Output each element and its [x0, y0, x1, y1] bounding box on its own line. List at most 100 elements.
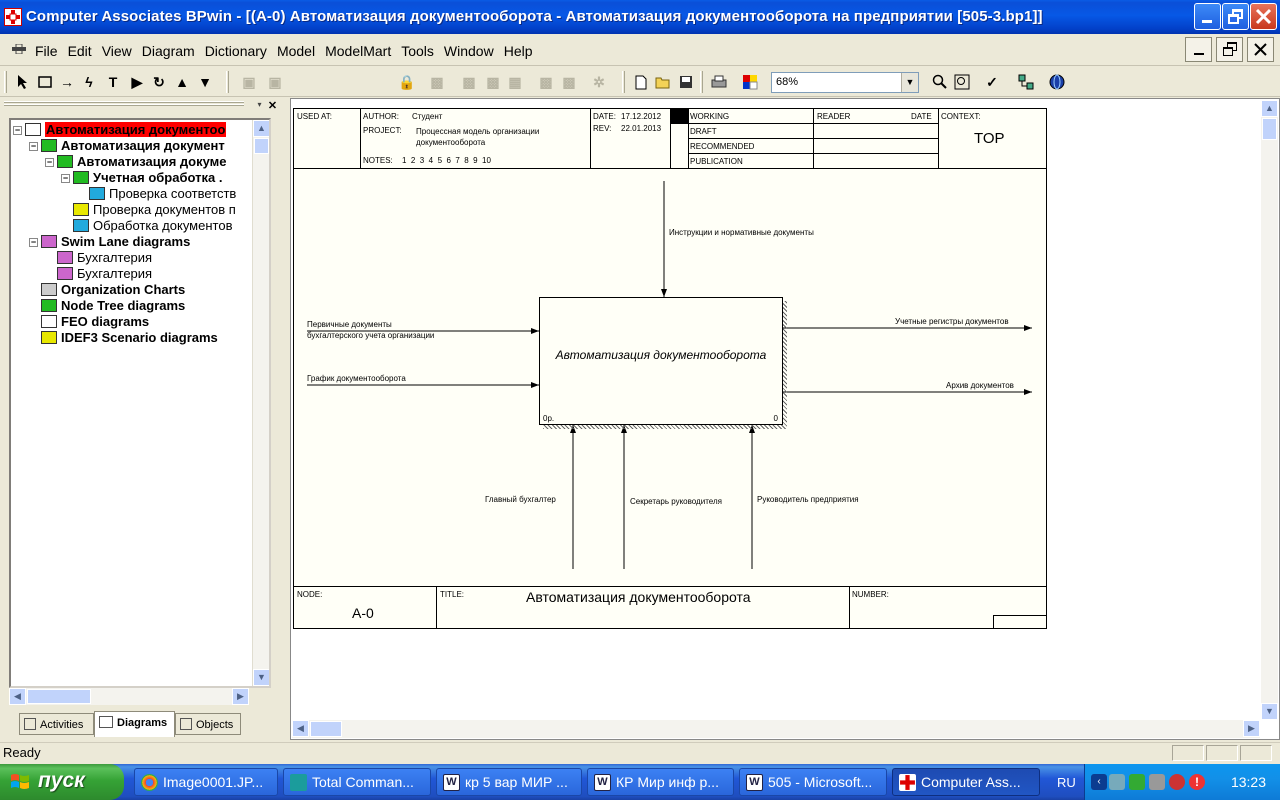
collapse-icon[interactable]: −: [13, 126, 22, 135]
mechanism-label-2[interactable]: Секретарь руководителя: [630, 497, 722, 507]
doc-minimize-button[interactable]: [1185, 37, 1212, 62]
doc-restore-button[interactable]: [1216, 37, 1243, 62]
text-tool-icon[interactable]: T: [104, 73, 122, 91]
arrow-tool-icon[interactable]: →: [58, 73, 76, 91]
tray-expand-icon[interactable]: ‹: [1091, 774, 1107, 790]
output-label-2[interactable]: Архив документов: [946, 381, 1014, 391]
close-button[interactable]: [1250, 3, 1277, 30]
chevron-down-icon[interactable]: ▼: [901, 73, 918, 92]
scroll-thumb[interactable]: [27, 689, 91, 704]
spell-check-icon[interactable]: ✓: [983, 73, 1001, 91]
input-label-1b[interactable]: бухгалтерского учета организации: [307, 331, 434, 341]
tree-item[interactable]: − Swim Lane diagrams: [29, 234, 190, 250]
tree-item[interactable]: Node Tree diagrams: [29, 298, 185, 314]
tree-item[interactable]: Проверка документов п: [61, 202, 236, 218]
go-to-parent-icon[interactable]: ▲: [173, 73, 191, 91]
input-label-2[interactable]: График документооборота: [307, 374, 406, 384]
document-menu-icon[interactable]: [12, 44, 26, 54]
menu-modelmart[interactable]: ModelMart: [320, 43, 396, 59]
tree-item[interactable]: Organization Charts: [29, 282, 185, 298]
scroll-left-icon[interactable]: ◀: [9, 688, 26, 705]
tree-item[interactable]: Проверка соответств: [77, 186, 236, 202]
scroll-right-icon[interactable]: ▶: [232, 688, 249, 705]
task-image-viewer[interactable]: Image0001.JP...: [134, 768, 278, 796]
panel-grip[interactable]: [4, 101, 244, 103]
diagram-canvas[interactable]: USED AT: AUTHOR: Студент PROJECT: Процес…: [290, 98, 1280, 740]
tree-item[interactable]: FEO diagrams: [29, 314, 149, 330]
go-down-icon[interactable]: ▼: [196, 73, 214, 91]
menu-edit[interactable]: Edit: [63, 43, 97, 59]
tree-horizontal-scrollbar[interactable]: ◀ ▶: [9, 688, 249, 705]
function-box[interactable]: Автоматизация документооборота 0р. 0: [539, 297, 783, 425]
scroll-left-icon[interactable]: ◀: [292, 720, 309, 737]
alert-icon[interactable]: !: [1189, 774, 1205, 790]
scroll-thumb[interactable]: [310, 721, 342, 737]
menu-help[interactable]: Help: [499, 43, 538, 59]
go-to-child-icon[interactable]: ▶: [128, 73, 146, 91]
scroll-right-icon[interactable]: ▶: [1243, 720, 1260, 737]
new-document-icon[interactable]: [632, 73, 650, 91]
tree-item[interactable]: − Автоматизация документ: [29, 138, 225, 154]
task-word-doc-2[interactable]: W КР Мир инф р...: [587, 768, 734, 796]
tree-item[interactable]: Обработка документов: [61, 218, 232, 234]
panel-dropdown-icon[interactable]: ▾: [254, 100, 265, 111]
tree-item[interactable]: IDEF3 Scenario diagrams: [29, 330, 218, 346]
save-icon[interactable]: [677, 73, 695, 91]
control-label[interactable]: Инструкции и нормативные документы: [669, 228, 814, 238]
zoom-fit-icon[interactable]: [953, 73, 971, 91]
antivirus-icon[interactable]: [1169, 774, 1185, 790]
language-indicator[interactable]: RU: [1057, 775, 1076, 790]
tree-item[interactable]: Бухгалтерия: [45, 266, 152, 282]
collapse-icon[interactable]: −: [45, 158, 54, 167]
menu-file[interactable]: File: [30, 43, 63, 59]
collapse-icon[interactable]: −: [61, 174, 70, 183]
panel-close-icon[interactable]: ✕: [267, 99, 278, 112]
security-icon[interactable]: [1129, 774, 1145, 790]
canvas-horizontal-scrollbar[interactable]: ◀ ▶: [292, 720, 1260, 738]
tree-item[interactable]: − Автоматизация докуме: [45, 154, 227, 170]
scroll-down-icon[interactable]: ▼: [1261, 703, 1278, 720]
doc-close-button[interactable]: [1247, 37, 1274, 62]
go-to-sibling-icon[interactable]: ↻: [150, 73, 168, 91]
menu-window[interactable]: Window: [439, 43, 499, 59]
task-word-doc-3[interactable]: W 505 - Microsoft...: [739, 768, 887, 796]
diagram-tree[interactable]: − Автоматизация документоо − Автоматизация …: [9, 118, 271, 688]
squiggle-tool-icon[interactable]: ϟ: [80, 73, 98, 91]
box-tool-icon[interactable]: [36, 73, 54, 91]
zoom-icon[interactable]: [931, 73, 949, 91]
task-bpwin[interactable]: Computer Ass...: [892, 768, 1040, 796]
mechanism-label-1[interactable]: Главный бухгалтер: [485, 495, 556, 505]
zoom-select[interactable]: 68% ▼: [771, 72, 919, 93]
open-folder-icon[interactable]: [654, 73, 672, 91]
menu-diagram[interactable]: Diagram: [137, 43, 200, 59]
collapse-icon[interactable]: −: [29, 238, 38, 247]
color-palette-icon[interactable]: [741, 73, 759, 91]
tree-item[interactable]: − Автоматизация документоо: [13, 122, 227, 138]
tab-activities[interactable]: Activities: [19, 713, 94, 735]
collapse-icon[interactable]: −: [29, 142, 38, 151]
menu-tools[interactable]: Tools: [396, 43, 439, 59]
mechanism-label-3[interactable]: Руководитель предприятия: [757, 495, 859, 505]
scroll-up-icon[interactable]: ▲: [253, 120, 269, 137]
usb-icon[interactable]: [1149, 774, 1165, 790]
globe-icon[interactable]: [1048, 73, 1066, 91]
tree-vertical-scrollbar[interactable]: ▲ ▼: [252, 120, 269, 686]
tree-item[interactable]: − Учетная обработка .: [61, 170, 222, 186]
output-label-1[interactable]: Учетные регистры документов: [895, 317, 1009, 327]
restore-button[interactable]: [1222, 3, 1249, 30]
toolbar-grip[interactable]: [4, 71, 7, 93]
input-label-1a[interactable]: Первичные документы: [307, 320, 392, 330]
tab-objects[interactable]: Objects: [175, 713, 241, 735]
clock[interactable]: 13:23: [1231, 774, 1266, 790]
scroll-thumb[interactable]: [1262, 118, 1277, 140]
task-word-doc-1[interactable]: W кр 5 вар МИР ...: [436, 768, 582, 796]
start-button[interactable]: пуск: [0, 764, 124, 800]
task-total-commander[interactable]: Total Comman...: [283, 768, 431, 796]
pointer-tool-icon[interactable]: [14, 73, 32, 91]
scroll-thumb[interactable]: [254, 138, 269, 154]
bpwin-app-icon[interactable]: [4, 8, 22, 26]
canvas-vertical-scrollbar[interactable]: ▲ ▼: [1261, 100, 1278, 720]
model-explorer-icon[interactable]: [1017, 73, 1035, 91]
tree-item[interactable]: Бухгалтерия: [45, 250, 152, 266]
scroll-up-icon[interactable]: ▲: [1261, 100, 1278, 117]
